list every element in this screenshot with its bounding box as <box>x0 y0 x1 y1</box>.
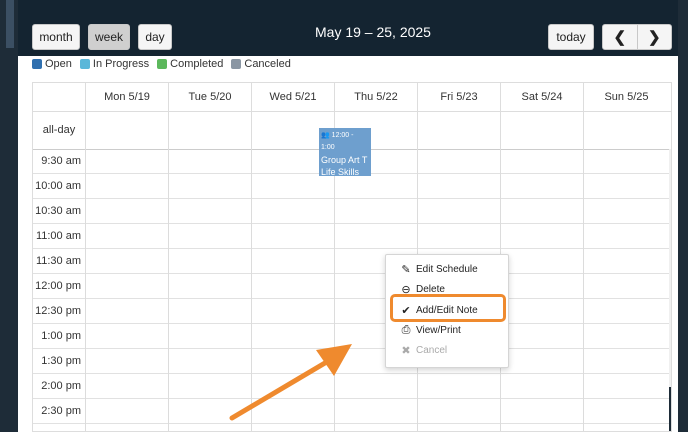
legend-swatch <box>32 59 42 69</box>
time-label: 11:30 am <box>35 255 81 267</box>
legend-in-progress: In Progress <box>79 58 149 70</box>
time-slot-row: 1:30 pm <box>33 349 671 374</box>
chevron-right-icon: ❯ <box>647 29 661 46</box>
time-slot-row: 11:00 am <box>33 224 671 249</box>
time-grid[interactable]: 9:30 am 10:00 am 10:30 am 11:00 am 11:30… <box>33 149 671 431</box>
all-day-cell[interactable] <box>500 111 501 149</box>
time-slot-row: 2:30 pm <box>33 399 671 424</box>
view-month-button[interactable]: month <box>32 24 80 50</box>
view-week-button[interactable]: week <box>88 24 130 50</box>
day-header: Tue 5/20 <box>168 83 251 111</box>
all-day-cell[interactable] <box>417 111 418 149</box>
window-frame-left <box>0 0 18 432</box>
time-label: 1:00 pm <box>41 330 81 342</box>
menu-item-cancel: ✖ Cancel <box>401 344 448 357</box>
chevron-left-icon: ❮ <box>613 29 627 46</box>
legend-canceled: Canceled <box>231 58 291 70</box>
frame-accent <box>6 0 14 48</box>
day-column-divider <box>168 149 169 431</box>
highlight-box <box>390 294 506 322</box>
legend-swatch <box>157 59 168 69</box>
view-day-button[interactable]: day <box>138 24 172 50</box>
legend-completed: Completed <box>157 58 223 70</box>
print-icon: ⎙ <box>401 323 411 336</box>
time-label: 12:30 pm <box>35 305 81 317</box>
all-day-cell[interactable] <box>583 111 584 149</box>
calendar-event[interactable]: 👥 12:00 - 1:00 Group Art T Life Skills <box>319 128 371 176</box>
day-header: Sat 5/24 <box>500 83 583 111</box>
time-slot-row: 11:30 am <box>33 249 671 274</box>
legend-swatch <box>231 59 242 69</box>
day-header: Fri 5/23 <box>417 83 500 111</box>
time-label: 11:00 am <box>35 230 81 242</box>
time-slot-row: 1:00 pm <box>33 324 671 349</box>
time-slot-row: 10:30 am <box>33 199 671 224</box>
day-header: Sun 5/25 <box>583 83 669 111</box>
day-column-divider <box>334 149 335 431</box>
today-button[interactable]: today <box>548 24 594 50</box>
scrollbar-thumb[interactable] <box>669 387 671 431</box>
prev-next-nav: ❮ ❯ <box>602 24 672 50</box>
time-slot-row: 12:00 pm <box>33 274 671 299</box>
date-range-title: May 19 – 25, 2025 <box>315 24 431 40</box>
time-slot-row: 12:30 pm <box>33 299 671 324</box>
calendar-toolbar: month week day May 19 – 25, 2025 today ❮… <box>18 0 678 56</box>
day-column-divider <box>251 149 252 431</box>
time-label: 1:30 pm <box>41 355 81 367</box>
grid-scrollbar[interactable] <box>669 149 671 431</box>
time-label: 2:30 pm <box>41 405 81 417</box>
prev-week-button[interactable]: ❮ <box>602 24 638 50</box>
time-slot-row: 10:00 am <box>33 174 671 199</box>
day-header: Wed 5/21 <box>251 83 334 111</box>
legend-open: Open <box>32 58 72 70</box>
time-label: 2:00 pm <box>41 380 81 392</box>
day-column-divider <box>583 149 584 431</box>
window-frame-right <box>678 0 688 432</box>
menu-item-view-print[interactable]: ⎙ View/Print <box>400 322 461 338</box>
time-label: 10:00 am <box>35 180 81 192</box>
calendar-app: month week day May 19 – 25, 2025 today ❮… <box>18 0 678 432</box>
event-title: Group Art T <box>321 155 368 165</box>
all-day-cell[interactable] <box>251 111 252 149</box>
group-icon: 👥 <box>321 132 330 139</box>
all-day-label: all-day <box>42 124 76 136</box>
day-header-row: Mon 5/19 Tue 5/20 Wed 5/21 Thu 5/22 Fri … <box>33 83 671 112</box>
time-label: 10:30 am <box>35 205 81 217</box>
day-header: Mon 5/19 <box>85 83 168 111</box>
time-label: 12:00 pm <box>35 280 81 292</box>
time-label: 9:30 am <box>41 155 81 167</box>
time-slot-row: 2:00 pm <box>33 374 671 399</box>
cancel-icon: ✖ <box>401 344 411 357</box>
day-column-divider <box>85 149 86 431</box>
all-day-cell[interactable] <box>85 111 86 149</box>
day-header: Thu 5/22 <box>334 83 417 111</box>
menu-item-edit-schedule[interactable]: ✎ Edit Schedule <box>400 261 477 277</box>
status-legend: Open In Progress Completed Canceled <box>32 58 291 70</box>
edit-icon: ✎ <box>401 263 411 276</box>
legend-swatch <box>79 59 90 69</box>
next-week-button[interactable]: ❯ <box>637 24 672 50</box>
all-day-cell[interactable] <box>168 111 169 149</box>
event-subtitle: Life Skills <box>321 167 360 176</box>
